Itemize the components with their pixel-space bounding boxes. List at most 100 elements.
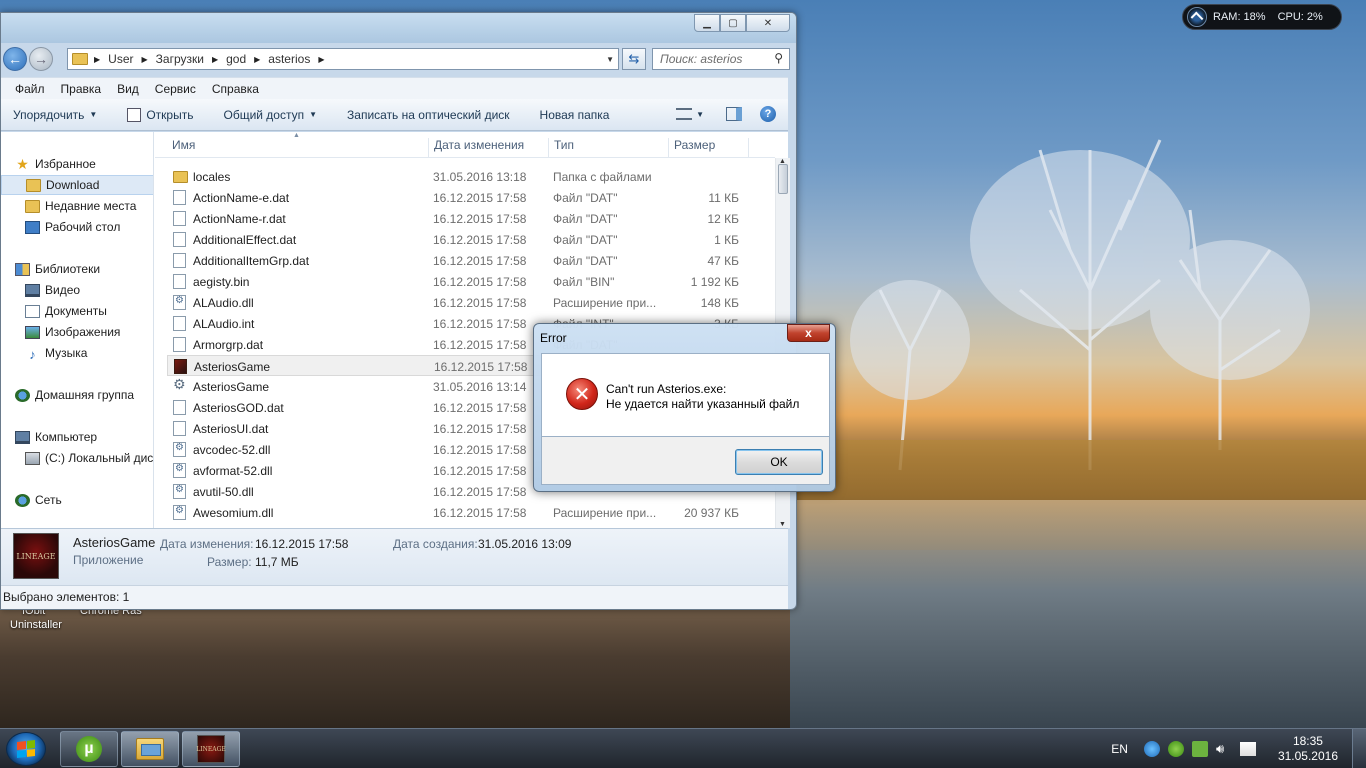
scroll-down-icon[interactable]: ▼ (779, 521, 786, 528)
language-indicator[interactable]: EN (1111, 742, 1128, 756)
column-size[interactable]: Размер (669, 138, 749, 158)
file-row[interactable]: ALAudio.dll 16.12.2015 17:58 Расширение пр… (167, 292, 771, 313)
menu-help[interactable]: Справка (212, 82, 259, 96)
utorrent-tray-icon[interactable] (1167, 741, 1184, 757)
clock[interactable]: 18:35 31.05.2016 (1278, 734, 1338, 764)
file-date: 31.05.2016 13:18 (433, 170, 527, 184)
breadcrumb-separator[interactable]: ▶ (142, 55, 148, 64)
file-name: aegisty.bin (193, 275, 250, 289)
nav-network[interactable]: Сеть (1, 490, 153, 510)
file-type: Файл "BIN" (553, 275, 615, 289)
nav-local-disk[interactable]: (C:) Локальный диск (1, 448, 153, 468)
nav-label: Рабочий стол (45, 220, 121, 234)
file-name: avutil-50.dll (193, 485, 254, 499)
breadcrumb-separator[interactable]: ▶ (212, 55, 218, 64)
show-desktop-button[interactable] (1352, 729, 1366, 768)
breadcrumb-god[interactable]: god (226, 52, 246, 66)
view-options-icon[interactable] (676, 108, 693, 120)
error-dialog[interactable]: Error x ✕ Can't run Asterios.exe: Не уда… (533, 323, 836, 492)
nav-label: Избранное (35, 157, 96, 171)
details-filename: AsteriosGame (73, 535, 156, 550)
refresh-button[interactable]: ⇆ (622, 48, 646, 70)
size-label: Размер: (207, 555, 252, 569)
modified-value: 16.12.2015 17:58 (255, 537, 349, 551)
nav-images[interactable]: Изображения (1, 322, 153, 342)
menu-tools[interactable]: Сервис (155, 82, 196, 96)
nav-desktop[interactable]: Рабочий стол (1, 217, 153, 237)
file-row[interactable]: aegisty.bin 16.12.2015 17:58 Файл "BIN" 1 1… (167, 271, 771, 292)
desktop-icon-label[interactable]: Uninstaller (10, 619, 62, 631)
menu-edit[interactable]: Правка (61, 82, 102, 96)
cpu-readout: CPU: 2% (1277, 11, 1323, 23)
file-row[interactable]: AdditionalEffect.dat 16.12.2015 17:58 Файл… (167, 229, 771, 250)
close-button[interactable]: ✕ (746, 14, 790, 32)
organize-button[interactable]: Упорядочить ▼ (13, 108, 97, 122)
nav-documents[interactable]: Документы (1, 301, 153, 321)
breadcrumb-separator[interactable]: ▶ (318, 55, 324, 64)
chevron-down-icon[interactable]: ▼ (606, 55, 614, 64)
dll-file-icon (173, 505, 186, 520)
share-button[interactable]: Общий доступ ▼ (223, 108, 317, 122)
column-date[interactable]: Дата изменения (429, 138, 549, 158)
explorer-window[interactable]: ▁ ▢ ✕ ← → ▶ User ▶ Загрузки ▶ god ▶ aste… (0, 12, 797, 610)
nav-download[interactable]: Download (1, 175, 153, 195)
command-bar: Упорядочить ▼ Открыть Общий доступ ▼ Запис… (1, 99, 788, 131)
forward-button[interactable]: → (29, 47, 53, 71)
nav-label: Download (46, 178, 100, 192)
breadcrumb-asterios[interactable]: asterios (268, 52, 310, 66)
window-titlebar[interactable]: ▁ ▢ ✕ (1, 13, 796, 43)
tray-app-icon[interactable] (1143, 741, 1160, 757)
nav-libraries[interactable]: Библиотеки (1, 259, 153, 279)
file-file-icon (173, 337, 186, 352)
open-button[interactable]: Открыть (127, 107, 193, 122)
menu-file[interactable]: Файл (15, 82, 45, 96)
nav-music[interactable]: ♪ Музыка (1, 343, 153, 363)
breadcrumb-separator[interactable]: ▶ (94, 55, 100, 64)
start-button[interactable] (6, 732, 46, 766)
file-row[interactable]: ActionName-e.dat 16.12.2015 17:58 Файл "DA… (167, 187, 771, 208)
burn-button[interactable]: Записать на оптический диск (347, 108, 510, 122)
dialog-close-button[interactable]: x (787, 324, 830, 342)
error-message-line1: Can't run Asterios.exe: (606, 382, 727, 396)
new-folder-button[interactable]: Новая папка (540, 108, 610, 122)
nvidia-icon[interactable] (1191, 741, 1208, 757)
scroll-thumb[interactable] (778, 164, 788, 194)
file-row[interactable]: Awesomium.dll 16.12.2015 17:58 Расширение … (167, 502, 771, 523)
chevron-down-icon[interactable]: ▼ (696, 110, 704, 119)
menu-view[interactable]: Вид (117, 82, 139, 96)
nav-homegroup[interactable]: Домашняя группа (1, 385, 153, 405)
volume-icon[interactable]: 🔊︎ (1216, 741, 1232, 757)
breadcrumb-separator[interactable]: ▶ (254, 55, 260, 64)
nav-favorites[interactable]: ★ Избранное (1, 154, 153, 174)
address-bar[interactable]: ▶ User ▶ Загрузки ▶ god ▶ asterios ▶ ▼ (67, 48, 619, 70)
help-icon[interactable]: ? (760, 106, 776, 122)
dll-file-icon (173, 295, 186, 310)
search-icon[interactable]: ⚲ (774, 51, 783, 65)
nav-label: Музыка (45, 346, 88, 360)
navigation-pane[interactable]: ★ Избранное Download Недавние места Рабо… (1, 132, 154, 528)
nav-recent-places[interactable]: Недавние места (1, 196, 153, 216)
search-input[interactable]: Поиск: asterios ⚲ (652, 48, 790, 70)
breadcrumb-user[interactable]: User (108, 52, 133, 66)
preview-pane-icon[interactable] (726, 107, 742, 121)
maximize-button[interactable]: ▢ (720, 14, 746, 32)
column-name[interactable]: Имя (167, 138, 429, 158)
file-row[interactable]: locales 31.05.2016 13:18 Папка с файлами (167, 166, 771, 187)
minimize-button[interactable]: ▁ (694, 14, 720, 32)
notification-area: EN 🔊︎ 18:35 31.05.2016 (1111, 729, 1366, 768)
file-row[interactable]: AdditionalItemGrp.dat 16.12.2015 17:58 Фай… (167, 250, 771, 271)
taskbar-utorrent[interactable]: µ (60, 731, 118, 767)
breadcrumb-downloads[interactable]: Загрузки (156, 52, 204, 66)
back-button[interactable]: ← (3, 47, 27, 71)
taskbar-explorer[interactable] (121, 731, 179, 767)
nav-video[interactable]: Видео (1, 280, 153, 300)
nav-computer[interactable]: Компьютер (1, 427, 153, 447)
new-folder-label: Новая папка (539, 107, 610, 122)
file-row[interactable]: ActionName-r.dat 16.12.2015 17:58 Файл "DA… (167, 208, 771, 229)
column-type[interactable]: Тип (549, 138, 669, 158)
action-center-flag-icon[interactable] (1239, 742, 1256, 756)
system-meter-gadget[interactable]: RAM: 18% CPU: 2% (1182, 4, 1342, 30)
file-size: 47 КБ (707, 254, 739, 268)
ok-button[interactable]: OK (735, 449, 823, 475)
taskbar-asterios[interactable]: LINEAGE (182, 731, 240, 767)
